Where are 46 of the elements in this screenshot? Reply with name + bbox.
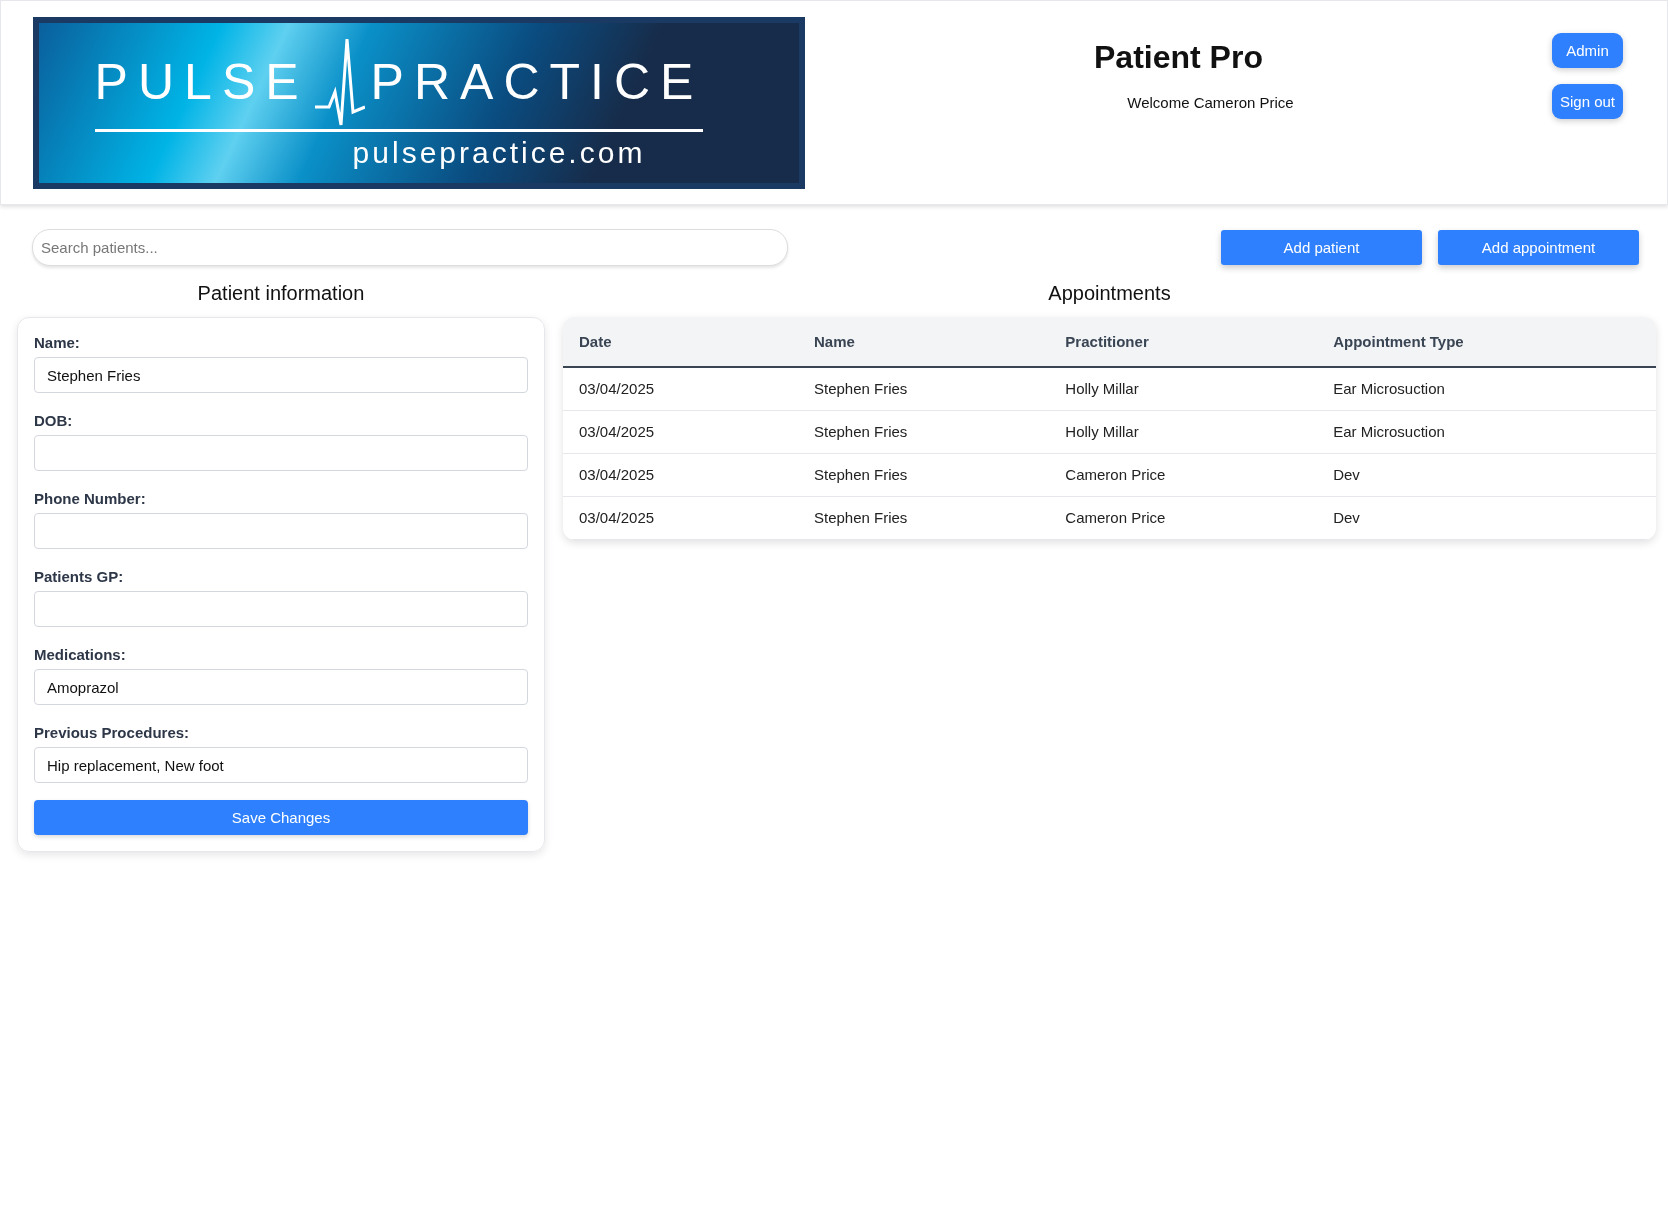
admin-button[interactable]: Admin [1551,33,1623,68]
table-cell: Holly Millar [1049,367,1318,410]
table-cell: Cameron Price [1049,453,1318,496]
table-cell: Cameron Price [1049,496,1318,539]
table-cell: Stephen Fries [798,496,1050,539]
add-patient-button[interactable]: Add patient [1221,230,1422,265]
table-cell: Stephen Fries [798,410,1050,453]
input-field[interactable]: Hip replacement, New foot [34,747,528,783]
table-cell: Dev [1317,453,1656,496]
section-heading: Patient information [196,282,366,305]
input-field[interactable] [34,591,528,627]
field-label: DOB: [34,412,74,429]
input-field[interactable]: Amoprazol [34,669,528,705]
welcome-text: Welcome Cameron Price [1127,94,1294,111]
table-cell: Stephen Fries [798,367,1050,410]
column-header: Date [563,317,798,367]
field-label: Name: [34,334,81,351]
logo-text: PRACTICE [370,56,704,107]
table-cell: 03/04/2025 [563,496,798,539]
field-label: Previous Procedures: [34,724,191,741]
logo-domain: pulsepractice.com [352,135,646,170]
field-label: Medications: [34,646,127,663]
column-header: Name [798,317,1050,367]
table-cell: Holly Millar [1049,410,1318,453]
sign-out-button[interactable]: Sign out [1551,84,1623,119]
heartbeat-icon [314,36,365,127]
field-label: Patients GP: [34,568,125,585]
input-field[interactable] [34,435,528,471]
table-cell: 03/04/2025 [563,367,798,410]
column-header: Practitioner [1049,317,1318,367]
section-heading: Appointments [1047,282,1172,305]
table-cell: Dev [1317,496,1656,539]
field-label: Phone Number: [34,490,147,507]
search-field[interactable]: Search patients... [32,229,788,266]
logo-text: PULSE [94,56,309,107]
input-field[interactable]: Stephen Fries [34,357,528,393]
save-button[interactable]: Save Changes [34,800,528,835]
app-title: Patient Pro [1094,39,1263,76]
table-cell: Ear Microsuction [1317,410,1656,453]
table-cell: Stephen Fries [798,453,1050,496]
input-field[interactable] [34,513,528,549]
add-appointment-button[interactable]: Add appointment [1438,230,1639,265]
table-cell: Ear Microsuction [1317,367,1656,410]
column-header: Appointment Type [1317,317,1656,367]
table-cell: 03/04/2025 [563,453,798,496]
table-cell: 03/04/2025 [563,410,798,453]
